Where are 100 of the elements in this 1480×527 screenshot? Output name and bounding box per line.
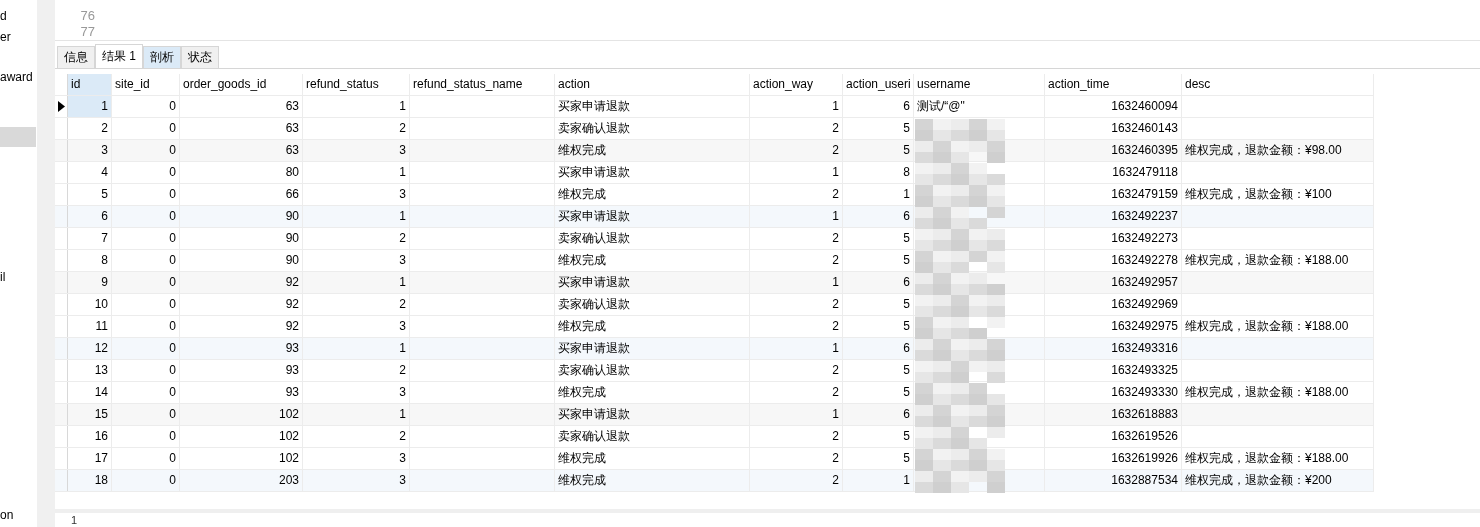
- table-cell: 5: [903, 450, 910, 465]
- table-cell: 102: [278, 428, 299, 443]
- table-cell: 2: [399, 428, 406, 443]
- table-cell: 0: [169, 340, 176, 355]
- table-cell: 3: [399, 472, 406, 487]
- table-cell: 13: [94, 362, 108, 377]
- table-cell: 2: [399, 296, 406, 311]
- table-cell: 1632619526: [1111, 428, 1178, 443]
- table-cell: 2: [101, 120, 108, 135]
- result-tab[interactable]: 信息: [57, 45, 95, 68]
- table-cell: 1632492278: [1111, 252, 1178, 267]
- sidebar-item[interactable]: d: [0, 6, 7, 26]
- table-cell: 80: [285, 164, 299, 179]
- table-cell: 1632492957: [1111, 274, 1178, 289]
- table-cell: 买家申请退款: [558, 406, 630, 421]
- sidebar-item[interactable]: il: [0, 267, 6, 287]
- table-cell: 0: [169, 450, 176, 465]
- table-cell: 1632493316: [1111, 340, 1178, 355]
- table-cell: 维权完成，退款金额：¥188.00: [1185, 252, 1349, 267]
- table-cell: 0: [169, 164, 176, 179]
- table-cell: 1632887534: [1111, 472, 1178, 487]
- table-cell: 1: [832, 208, 839, 223]
- table-cell: 92: [285, 274, 299, 289]
- table-cell: 维权完成: [558, 472, 606, 487]
- sidebar-item[interactable]: on: [0, 505, 14, 525]
- table-cell: 3: [399, 318, 406, 333]
- table-cell: 93: [285, 384, 299, 399]
- table-cell: 卖家确认退款: [558, 120, 630, 135]
- table-cell: 7: [101, 230, 108, 245]
- table-cell: 2: [832, 362, 839, 377]
- table-cell: 0: [169, 186, 176, 201]
- column-header[interactable]: action_way: [750, 73, 843, 95]
- table-cell: 维权完成，退款金额：¥98.00: [1185, 142, 1342, 157]
- table-row[interactable]: 1 0 63 1 买家申请退款 1 6 测试/“@" 1632460094: [55, 95, 1374, 118]
- table-cell: 维权完成，退款金额：¥100: [1185, 186, 1332, 201]
- table-cell: 1632492273: [1111, 230, 1178, 245]
- table-cell: 5: [903, 318, 910, 333]
- column-header[interactable]: action: [555, 73, 750, 95]
- table-cell: 卖家确认退款: [558, 362, 630, 377]
- table-cell: 2: [832, 296, 839, 311]
- table-cell: 1632493330: [1111, 384, 1178, 399]
- table-cell: 9: [101, 274, 108, 289]
- column-header[interactable]: action_useri: [843, 73, 914, 95]
- table-cell: 0: [169, 406, 176, 421]
- table-cell: 1: [832, 406, 839, 421]
- result-tab[interactable]: 剖析: [143, 45, 181, 68]
- table-cell: 3: [399, 186, 406, 201]
- column-header[interactable]: order_goods_id: [180, 73, 303, 95]
- table-cell: 17: [94, 450, 108, 465]
- column-header[interactable]: username: [914, 73, 1045, 95]
- sidebar-item[interactable]: [0, 127, 36, 147]
- table-cell: 维权完成，退款金额：¥200: [1185, 472, 1332, 487]
- table-cell: 1632492969: [1111, 296, 1178, 311]
- table-cell: 5: [903, 120, 910, 135]
- table-cell: 1632460395: [1111, 142, 1178, 157]
- table-cell: 5: [903, 230, 910, 245]
- table-cell: 5: [903, 384, 910, 399]
- table-cell: 3: [399, 384, 406, 399]
- table-cell: 卖家确认退款: [558, 296, 630, 311]
- column-header[interactable]: refund_status_name: [410, 73, 555, 95]
- table-cell: 维权完成: [558, 252, 606, 267]
- table-cell: 1: [399, 340, 406, 355]
- table-cell: 1: [399, 98, 406, 113]
- column-header[interactable]: refund_status: [303, 73, 410, 95]
- table-cell: 92: [285, 318, 299, 333]
- result-tab[interactable]: 结果 1: [95, 43, 143, 68]
- table-cell: 93: [285, 362, 299, 377]
- result-tab[interactable]: 状态: [181, 45, 219, 68]
- column-header[interactable]: site_id: [112, 73, 180, 95]
- sidebar-item[interactable]: er: [0, 27, 11, 47]
- table-cell: 63: [285, 98, 299, 113]
- table-cell: 1: [832, 164, 839, 179]
- table-cell: 90: [285, 252, 299, 267]
- table-cell: 18: [94, 472, 108, 487]
- table-cell: 63: [285, 142, 299, 157]
- table-cell: 1632493325: [1111, 362, 1178, 377]
- table-cell: 测试/“@": [917, 98, 965, 113]
- table-cell: 2: [832, 428, 839, 443]
- table-cell: 维权完成，退款金额：¥188.00: [1185, 384, 1349, 399]
- table-cell: 203: [278, 472, 299, 487]
- table-cell: 0: [169, 252, 176, 267]
- table-cell: 90: [285, 230, 299, 245]
- table-cell: 0: [169, 318, 176, 333]
- column-header[interactable]: desc: [1182, 73, 1374, 95]
- table-cell: 2: [832, 384, 839, 399]
- table-cell: 1: [832, 274, 839, 289]
- column-header[interactable]: action_time: [1045, 73, 1182, 95]
- table-cell: 63: [285, 120, 299, 135]
- table-cell: 10: [94, 296, 108, 311]
- table-cell: 买家申请退款: [558, 274, 630, 289]
- table-cell: 1: [903, 472, 910, 487]
- line-number: 1: [70, 513, 79, 527]
- table-cell: 15: [94, 406, 108, 421]
- table-cell: 14: [94, 384, 108, 399]
- table-cell: 6: [903, 406, 910, 421]
- sidebar-item[interactable]: award: [0, 67, 33, 87]
- column-header[interactable]: id: [68, 73, 112, 95]
- table-cell: 2: [832, 472, 839, 487]
- table-cell: 0: [169, 296, 176, 311]
- table-cell: 买家申请退款: [558, 208, 630, 223]
